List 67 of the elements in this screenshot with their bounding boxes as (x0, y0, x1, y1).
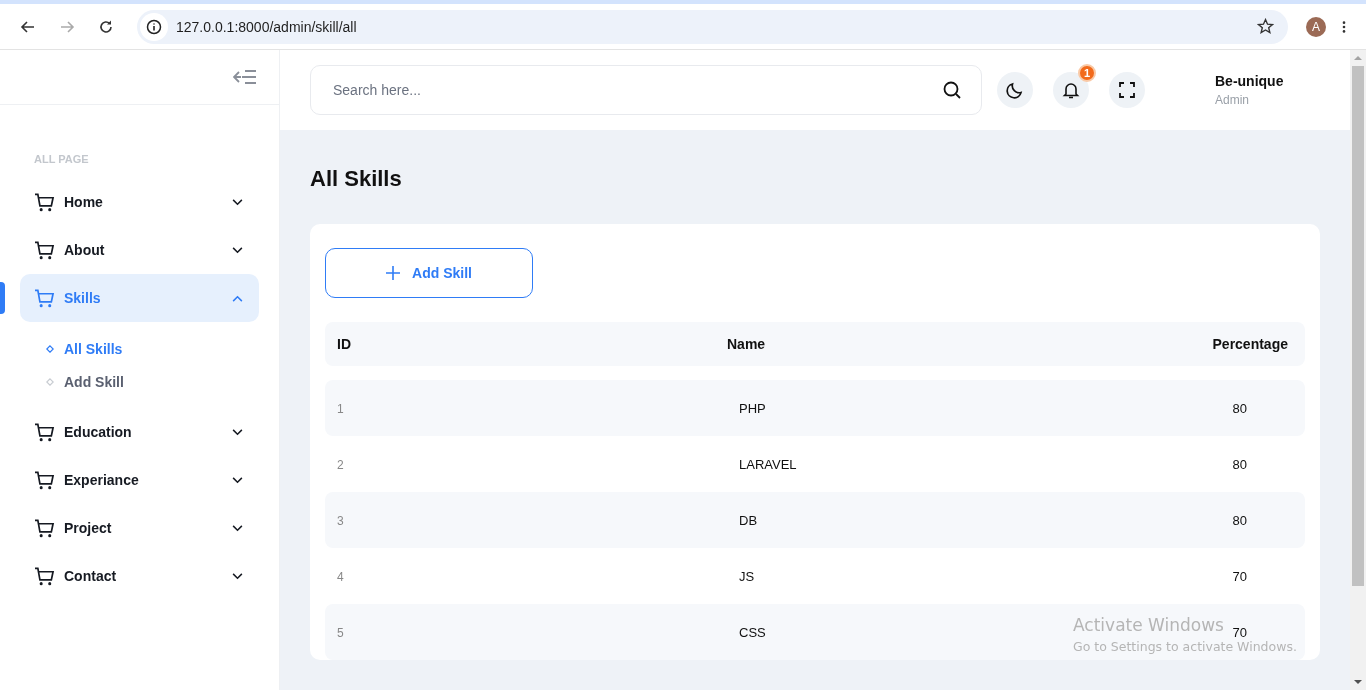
table-cell-text: JS (738, 568, 756, 584)
page-title: All Skills (310, 166, 403, 192)
address-bar[interactable]: 127.0.0.1:8000/admin/skill/all (137, 9, 1288, 44)
cart-icon (34, 240, 55, 260)
table-cell-text: PHP (738, 400, 767, 416)
table-cell-text: 1 (336, 401, 345, 416)
nav-item[interactable]: Project (20, 504, 259, 552)
cart-icon (34, 566, 55, 586)
section-label: ALL PAGE (33, 152, 90, 165)
submenu-item[interactable]: Add Skill (46, 365, 279, 398)
cart-icon (34, 470, 55, 490)
nav-item[interactable]: Contact (20, 552, 259, 600)
url-text: 127.0.0.1:8000/admin/skill/all (176, 18, 358, 35)
notification-badge: 1 (1078, 64, 1096, 82)
user-role: Admin (1215, 93, 1250, 107)
table-cell-text: LARAVEL (738, 456, 798, 472)
diamond-icon (46, 344, 54, 353)
nav-item[interactable]: Home (20, 178, 259, 226)
cart-icon (34, 422, 55, 442)
nav-item[interactable]: Education (20, 408, 259, 456)
scrollbar-thumb[interactable] (1352, 66, 1364, 586)
cart-icon (34, 288, 55, 308)
chevron-icon (232, 294, 243, 302)
scrollbar[interactable] (1350, 50, 1366, 690)
chevron-icon (232, 572, 243, 580)
active-indicator (0, 282, 5, 314)
submenu-item[interactable]: All Skills (46, 332, 279, 365)
cart-icon (34, 192, 55, 212)
scroll-down-icon[interactable] (1354, 680, 1362, 684)
nav-item[interactable]: About (20, 226, 259, 274)
column-header: ID (336, 336, 352, 352)
plus-icon (386, 266, 401, 280)
table-cell-text: 2 (336, 457, 345, 472)
search-icon[interactable] (942, 80, 962, 100)
bookmark-star-icon[interactable] (1257, 18, 1274, 35)
info-icon[interactable] (146, 18, 162, 35)
column-header: Name (726, 336, 767, 352)
table-cell-text: DB (738, 512, 759, 528)
fullscreen-icon (1117, 80, 1137, 100)
collapse-menu-icon[interactable] (233, 69, 257, 85)
table-cell-text: 80 (1231, 400, 1248, 416)
chevron-icon (232, 246, 243, 254)
nav-item[interactable]: Experiance (20, 456, 259, 504)
chevron-icon (232, 198, 243, 206)
chevron-icon (232, 524, 243, 532)
bell-icon (1061, 80, 1081, 100)
cart-icon (34, 518, 55, 538)
activation-title: Activate Windows (1073, 615, 1224, 635)
add-skill-button[interactable]: Add Skill (325, 248, 533, 298)
table-cell-text: 4 (336, 569, 345, 584)
diamond-icon (46, 377, 54, 386)
fullscreen-button[interactable] (1109, 72, 1145, 108)
dark-mode-button[interactable] (997, 72, 1033, 108)
chevron-icon (232, 428, 243, 436)
user-name: Be-unique (1215, 73, 1284, 89)
chevron-icon (232, 476, 243, 484)
table-cell-text: 70 (1231, 568, 1248, 584)
more-menu-icon[interactable] (1342, 19, 1346, 34)
activation-message: Go to Settings to activate Windows. (1073, 639, 1297, 654)
table-cell-text: 3 (336, 513, 345, 528)
profile-avatar[interactable]: A (1306, 16, 1326, 37)
table-cell-text: 5 (336, 625, 345, 640)
moon-icon (1005, 80, 1025, 100)
column-header: Percentage (1211, 336, 1289, 352)
table-cell-text: 80 (1231, 456, 1248, 472)
search-field[interactable]: Search here... (310, 65, 982, 115)
table-cell-text: 80 (1231, 512, 1248, 528)
